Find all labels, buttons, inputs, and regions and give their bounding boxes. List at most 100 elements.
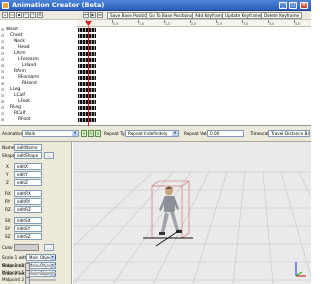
playhead-line: [88, 27, 89, 126]
repeat-value-input[interactable]: 0.00: [207, 130, 244, 137]
color-label: Color: [2, 245, 13, 250]
z-input[interactable]: editZ: [14, 179, 42, 186]
keyframe-strip[interactable]: [78, 58, 96, 62]
midpoint2-slider[interactable]: [25, 270, 56, 278]
timescale-select[interactable]: Travel-Distance Based: [268, 130, 310, 137]
walking-character: [159, 186, 182, 235]
animation-select[interactable]: Walk ▼: [22, 130, 79, 137]
chevron-down-icon[interactable]: ▼: [72, 131, 78, 136]
keyframe-strip[interactable]: [78, 64, 96, 68]
color-swatch[interactable]: [14, 244, 39, 251]
new-icon[interactable]: ▫: [2, 12, 8, 18]
x-label: X: [6, 164, 9, 169]
close-button[interactable]: ×: [300, 2, 308, 9]
rx-row: RX editRX: [2, 190, 70, 198]
sz-input[interactable]: editSZ: [14, 233, 42, 240]
rx-label: RX: [5, 191, 11, 196]
color-row: Color ...: [2, 244, 70, 252]
scale1-row: Scale 1 with Main Object 1 ▼: [2, 254, 70, 262]
sy-input[interactable]: editSY: [14, 225, 42, 232]
midpoint-group: Midpoint 1 Midpoint 1 Midpoint 2: [2, 262, 70, 284]
minimize-button[interactable]: _: [279, 2, 287, 9]
keyframe-strip[interactable]: [78, 76, 96, 80]
keyframe-strip[interactable]: [78, 118, 96, 122]
rz-row: RZ editRZ: [2, 206, 70, 214]
animation-bar: Animation: Walk ▼ + ✎ × Repeat Type Repe…: [0, 126, 311, 142]
chevron-down-icon[interactable]: ▼: [50, 255, 55, 260]
undo-icon[interactable]: ↶: [23, 12, 29, 18]
x-row: X editX: [2, 163, 70, 171]
midpoint3-label: Midpoint 2: [2, 277, 25, 282]
settings-icon[interactable]: ⚙: [37, 12, 43, 18]
expand-icon[interactable]: ⊞: [1, 117, 4, 123]
keyframe-strip[interactable]: [78, 34, 96, 38]
origin-marker: [143, 229, 193, 247]
ruler-label: 2.0: [191, 22, 197, 26]
redo-icon[interactable]: ↷: [30, 12, 36, 18]
delete-animation-button[interactable]: ×: [95, 130, 101, 137]
chevron-down-icon[interactable]: ▼: [172, 131, 178, 136]
scale1-label: Scale 1 with: [2, 255, 28, 260]
browse-shape-button[interactable]: ...: [44, 152, 54, 159]
y-label: Y: [6, 172, 9, 177]
app-icon: [2, 2, 9, 9]
sx-row: SX editSX: [2, 217, 70, 225]
axis-gizmo: [295, 262, 306, 277]
pick-color-button[interactable]: ...: [44, 244, 54, 251]
keyframe-strip[interactable]: [78, 94, 96, 98]
keyframe-strip[interactable]: [78, 70, 96, 74]
delete-keyframe-button[interactable]: Delete Keyframe: [261, 12, 303, 19]
ry-input[interactable]: editRY: [14, 198, 42, 205]
update-keyframe-button[interactable]: Update Keyframe: [222, 12, 265, 19]
ruler-label: 3.5: [269, 22, 275, 26]
maximize-button[interactable]: □: [289, 2, 297, 9]
midpoint1-slider[interactable]: [25, 263, 56, 271]
sx-label: SX: [5, 218, 11, 223]
keyframe-strip[interactable]: [78, 106, 96, 110]
keyframe-strip[interactable]: [78, 100, 96, 104]
animation-value: Walk: [25, 131, 36, 136]
z-label: Z: [6, 180, 9, 185]
y-row: Y editY: [2, 171, 70, 179]
first-frame-icon[interactable]: ⏮: [83, 12, 89, 18]
shape-input[interactable]: editShape: [14, 152, 42, 159]
ruler-label: 0.5: [113, 22, 119, 26]
play-icon[interactable]: ▶: [90, 12, 96, 18]
ruler-label: 1.0: [139, 22, 145, 26]
go-to-base-positions-button[interactable]: Go To Base Positions: [146, 12, 195, 19]
rename-animation-button[interactable]: ✎: [88, 130, 94, 137]
rz-label: RZ: [5, 207, 11, 212]
bone-label: RFoot: [18, 117, 31, 122]
keyframe-strip[interactable]: [78, 88, 96, 92]
keyframe-strip[interactable]: [78, 52, 96, 56]
keyframe-strip[interactable]: [78, 28, 96, 32]
rz-input[interactable]: editRZ: [14, 206, 42, 213]
shape-row: Shape editShape ...: [2, 152, 70, 160]
midpoint3-slider[interactable]: [25, 277, 56, 284]
x-input[interactable]: editX: [14, 163, 42, 170]
3d-viewport[interactable]: [73, 142, 311, 284]
keyframe-strip[interactable]: [78, 112, 96, 116]
y-input[interactable]: editY: [14, 171, 42, 178]
add-animation-button[interactable]: +: [81, 130, 87, 137]
bone-row[interactable]: ⊞ RFoot: [0, 117, 311, 123]
scale1-select[interactable]: Main Object 1 ▼: [26, 254, 57, 261]
rx-input[interactable]: editRX: [14, 190, 42, 197]
sx-input[interactable]: editSX: [14, 217, 42, 224]
title-bar: Animation Creator (Beta) _ □ ×: [0, 0, 311, 11]
repeat-type-select[interactable]: Repeat Indefinitely ▼: [125, 130, 179, 137]
last-frame-icon[interactable]: ⏭: [97, 12, 103, 18]
name-input[interactable]: editName: [14, 144, 42, 151]
keyframe-strip[interactable]: [78, 40, 96, 44]
save-icon[interactable]: ▪: [16, 12, 22, 18]
name-label: Name: [2, 145, 15, 150]
keyframe-strip[interactable]: [78, 82, 96, 86]
open-icon[interactable]: ▭: [9, 12, 15, 18]
sy-row: SY editSY: [2, 225, 70, 233]
toolbar: ▫ ▭ ▪ ↶ ↷ ⚙ ⏮ ▶ ⏭ Save Base Positions Go…: [0, 11, 311, 20]
ry-label: RY: [5, 199, 11, 204]
keyframe-strip[interactable]: [78, 46, 96, 50]
timeline-ruler[interactable]: 0 0.5 1.0 1.5 2.0 2.5 3.0 3.5 4.0: [77, 20, 311, 27]
ruler-label: 1.5: [165, 22, 171, 26]
floor-grid: [73, 171, 311, 284]
